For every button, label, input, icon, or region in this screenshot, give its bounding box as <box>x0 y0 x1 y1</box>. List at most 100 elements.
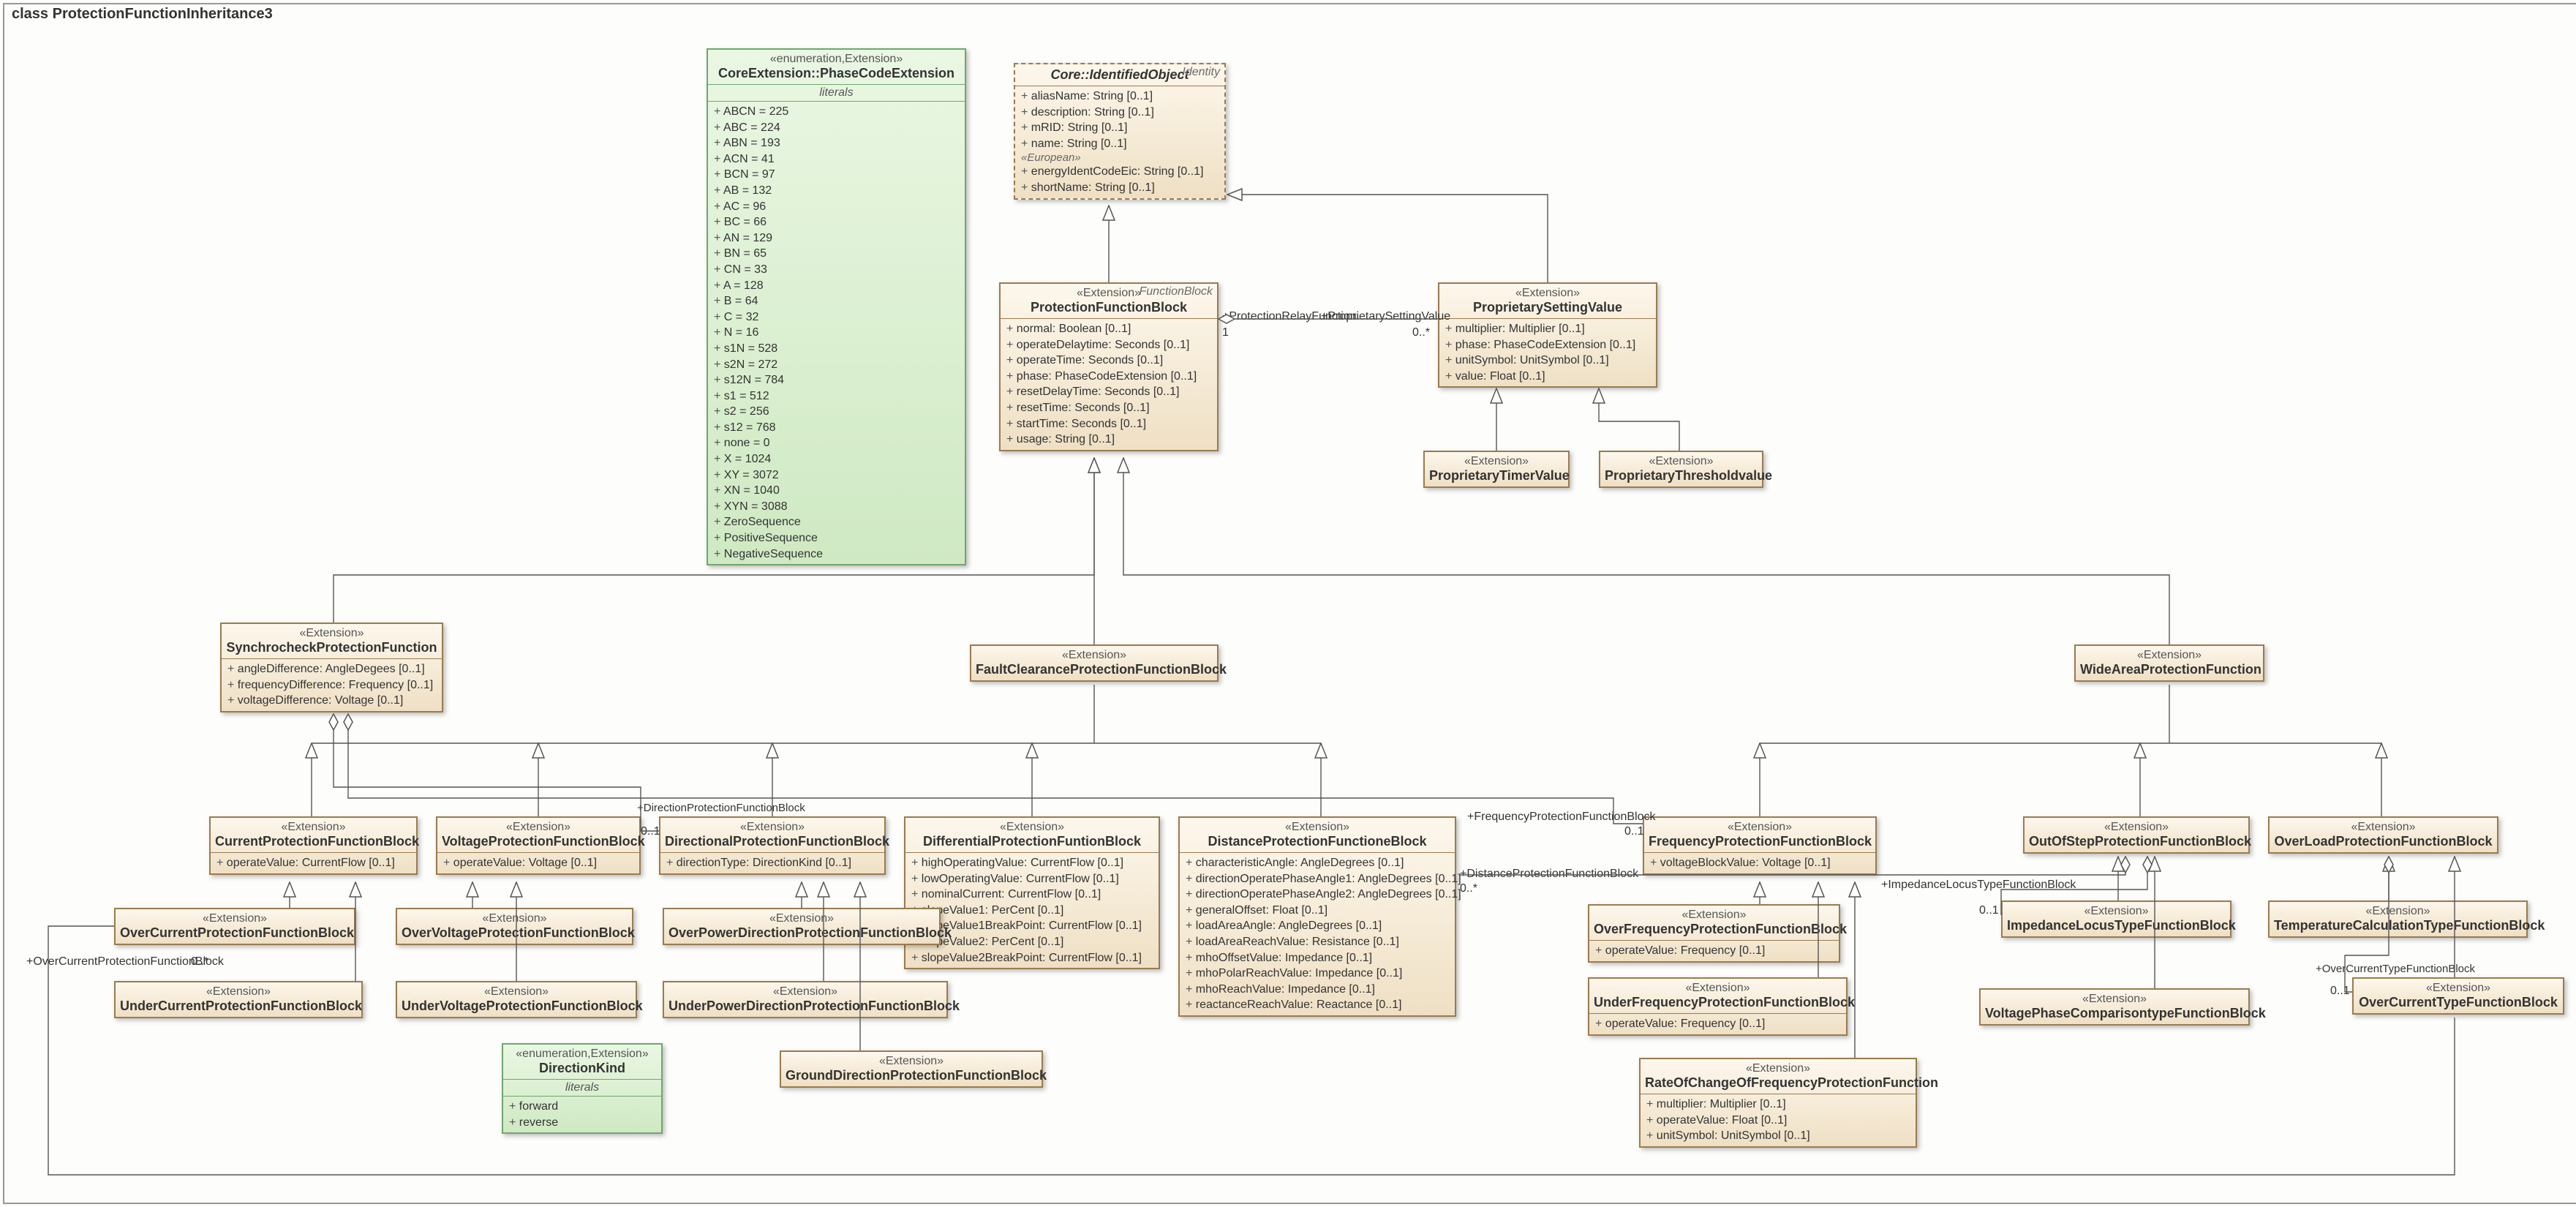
name: CoreExtension::PhaseCodeExtension <box>712 66 960 81</box>
mult-impFB: 0..1 <box>1979 904 1999 917</box>
role-OverCurrentTypeFunctionBlock: +OverCurrentTypeFunctionBlock <box>2316 963 2475 975</box>
name: ProprietaryThresholdvalue <box>1605 468 1758 484</box>
name: OverLoadProtectionFunctionBlock <box>2274 834 2493 849</box>
stereo: «Extension» <box>1429 455 1564 468</box>
stereo: «Extension» <box>976 649 1213 662</box>
stereo: «Extension» <box>1605 455 1758 468</box>
stereo: «Extension» <box>1184 821 1450 834</box>
stereo: «Extension» <box>1594 982 1842 995</box>
stereo: «enumeration,Extension» <box>712 53 960 66</box>
name: DirectionalProtectionFunctionBlock <box>665 834 880 849</box>
class-VoltagePhaseComparisontypeFunctionBlock[interactable]: «Extension» VoltagePhaseComparisontypeFu… <box>1979 988 2250 1026</box>
class-GroundDirectionProtectionFunctionBlock[interactable]: «Extension» GroundDirectionProtectionFun… <box>780 1050 1043 1088</box>
stereo: «Extension» <box>669 912 935 925</box>
stereo: «Extension» <box>2274 905 2522 918</box>
class-OverVoltageProtectionFunctionBlock[interactable]: «Extension» OverVoltageProtectionFunctio… <box>396 908 633 945</box>
class-OverCurrentProtectionFunctionBlock[interactable]: «Extension» OverCurrentProtectionFunctio… <box>114 908 355 945</box>
class-FrequencyProtectionFunctionBlock[interactable]: «Extension» FrequencyProtectionFunctionB… <box>1643 816 1877 875</box>
stereo: «Extension» <box>910 821 1154 834</box>
name: UnderFrequencyProtectionFunctionBlock <box>1594 995 1842 1010</box>
name: VoltageProtectionFunctionBlock <box>442 834 635 849</box>
class-ProprietaryThresholdvalue[interactable]: «Extension» ProprietaryThresholdvalue <box>1599 451 1763 488</box>
stereo: «Extension» <box>226 627 437 640</box>
attrs: characteristicAngle: AngleDegrees [0..1]… <box>1180 853 1455 1015</box>
name: GroundDirectionProtectionFunctionBlock <box>786 1068 1037 1083</box>
class-UnderCurrentProtectionFunctionBlock[interactable]: «Extension» UnderCurrentProtectionFuncti… <box>114 981 363 1018</box>
stereo: «Extension» <box>2358 982 2558 995</box>
name: DistanceProtectionFunctioneBlock <box>1184 834 1450 849</box>
attrs: aliasName: String [0..1] description: St… <box>1015 86 1224 198</box>
stereo: «Extension» <box>786 1055 1037 1068</box>
class-IdentifiedObject[interactable]: Identity Core::IdentifiedObject aliasNam… <box>1014 63 1226 200</box>
class-TemperatureCalculationTypeFunctionBlock[interactable]: «Extension» TemperatureCalculationTypeFu… <box>2268 900 2528 938</box>
role-ImpedanceLocusTypeFunctionBlock: +ImpedanceLocusTypeFunctionBlock <box>1881 879 2076 892</box>
class-DistanceProtectionFunctioneBlock[interactable]: «Extension» DistanceProtectionFunctioneB… <box>1178 816 1456 1017</box>
name: OverPowerDirectionProtectionFunctionBloc… <box>669 925 935 941</box>
name: DifferentialProtectionFuntionBlock <box>910 834 1154 849</box>
stereo: «enumeration,Extension» <box>508 1048 657 1061</box>
stereo: «Extension» <box>2274 821 2493 834</box>
class-WideAreaProtectionFunction[interactable]: «Extension» WideAreaProtectionFunction <box>2074 644 2264 682</box>
class-FaultClearanceProtectionFunctionBlock[interactable]: «Extension» FaultClearanceProtectionFunc… <box>970 644 1219 682</box>
name: FrequencyProtectionFunctionBlock <box>1649 834 1871 849</box>
class-SynchrocheckProtectionFunction[interactable]: «Extension» SynchrocheckProtectionFuncti… <box>220 623 443 712</box>
frame-name: ProtectionFunctionInheritance3 <box>53 6 273 22</box>
class-OverLoadProtectionFunctionBlock[interactable]: «Extension» OverLoadProtectionFunctionBl… <box>2268 816 2498 854</box>
class-ProprietarySettingValue[interactable]: «Extension» ProprietarySettingValue mult… <box>1438 282 1657 388</box>
name: FaultClearanceProtectionFunctionBlock <box>976 662 1213 677</box>
role-DirectionProtectionFunctionBlock: +DirectionProtectionFunctionBlock <box>637 802 805 814</box>
role-ProprietarySettingValue: +ProprietarySettingValue <box>1321 310 1434 323</box>
name: ProprietaryTimerValue <box>1429 468 1564 484</box>
class-CurrentProtectionFunctionBlock[interactable]: «Extension» CurrentProtectionFunctionBlo… <box>209 816 418 875</box>
name: DirectionKind <box>508 1061 657 1076</box>
name: SynchrocheckProtectionFunction <box>226 640 437 655</box>
stereo: «Extension» <box>120 912 350 925</box>
class-VoltageProtectionFunctionBlock[interactable]: «Extension» VoltageProtectionFunctionBlo… <box>436 816 641 875</box>
class-PhaseCodeExtension[interactable]: «enumeration,Extension» CoreExtension::P… <box>707 48 966 565</box>
stereo: «Extension» <box>402 985 631 999</box>
class-ProtectionFunctionBlock[interactable]: FunctionBlock «Extension» ProtectionFunc… <box>999 282 1219 451</box>
name: ImpedanceLocusTypeFunctionBlock <box>2007 918 2226 933</box>
frame-keyword: class <box>12 6 48 22</box>
mult-prf: 1 <box>1222 326 1229 339</box>
stereo: «Extension» <box>665 821 880 834</box>
class-UnderVoltageProtectionFunctionBlock[interactable]: «Extension» UnderVoltageProtectionFuncti… <box>396 981 637 1018</box>
attrs: highOperatingValue: CurrentFlow [0..1] l… <box>905 853 1159 968</box>
stereo: «Extension» <box>1594 909 1834 922</box>
name: WideAreaProtectionFunction <box>2080 662 2259 677</box>
class-OutOfStepProtectionFunctionBlock[interactable]: «Extension» OutOfStepProtectionFunctionB… <box>2023 816 2250 854</box>
name: OutOfStepProtectionFunctionBlock <box>2029 834 2244 849</box>
class-OverCurrentTypeFunctionBlock[interactable]: «Extension» OverCurrentTypeFunctionBlock <box>2352 977 2564 1015</box>
class-DifferentialProtectionFuntionBlock[interactable]: «Extension» DifferentialProtectionFuntio… <box>904 816 1160 969</box>
mult-dirFB: 0..1 <box>641 825 660 838</box>
name: OverCurrentTypeFunctionBlock <box>2358 995 2558 1010</box>
class-OverFrequencyProtectionFunctionBlock[interactable]: «Extension» OverFrequencyProtectionFunct… <box>1588 904 1840 963</box>
name: CurrentProtectionFunctionBlock <box>215 834 412 849</box>
class-RateOfChangeOfFrequencyProtectionFunction[interactable]: «Extension» RateOfChangeOfFrequencyProte… <box>1639 1058 1917 1148</box>
stereo: «Extension» <box>442 821 635 834</box>
stereo: «Extension» <box>402 912 628 925</box>
corner: FunctionBlock <box>1140 285 1213 298</box>
class-ImpedanceLocusTypeFunctionBlock[interactable]: «Extension» ImpedanceLocusTypeFunctionBl… <box>2001 900 2232 938</box>
role-DistanceProtectionFunctionBlock: +DistanceProtectionFunctionBlock <box>1460 868 1638 881</box>
mult-ocTFB: 0..1 <box>2330 985 2350 998</box>
class-UnderFrequencyProtectionFunctionBlock[interactable]: «Extension» UnderFrequencyProtectionFunc… <box>1588 977 1848 1036</box>
stereo: «Extension» <box>1985 993 2244 1006</box>
class-UnderPowerDirectionProtectionFunctionBlock[interactable]: «Extension» UnderPowerDirectionProtectio… <box>663 981 948 1018</box>
name: RateOfChangeOfFrequencyProtectionFunctio… <box>1645 1075 1911 1091</box>
stereo: «Extension» <box>1444 287 1652 300</box>
name: UnderCurrentProtectionFunctionBlock <box>120 999 357 1014</box>
class-OverPowerDirectionProtectionFunctionBlock[interactable]: «Extension» OverPowerDirectionProtection… <box>663 908 941 945</box>
stereo: «Extension» <box>1649 821 1871 834</box>
class-DirectionKind[interactable]: «enumeration,Extension» DirectionKind li… <box>502 1043 663 1134</box>
class-ProprietaryTimerValue[interactable]: «Extension» ProprietaryTimerValue <box>1423 451 1570 488</box>
name: ProprietarySettingValue <box>1444 300 1652 315</box>
literals: ABCN = 225 ABC = 224 ABN = 193 ACN = 41 … <box>708 102 965 564</box>
attrs: normal: Boolean [0..1] operateDelaytime:… <box>1001 319 1217 450</box>
name: ProtectionFunctionBlock <box>1005 300 1213 315</box>
mult-ocPFB: 0..* <box>191 955 208 969</box>
class-DirectionalProtectionFunctionBlock[interactable]: «Extension» DirectionalProtectionFunctio… <box>659 816 886 875</box>
name: OverVoltageProtectionFunctionBlock <box>402 925 628 941</box>
attrs: angleDifference: AngleDegees [0..1] freq… <box>222 659 442 711</box>
name: UnderPowerDirectionProtectionFunctionBlo… <box>669 999 942 1014</box>
